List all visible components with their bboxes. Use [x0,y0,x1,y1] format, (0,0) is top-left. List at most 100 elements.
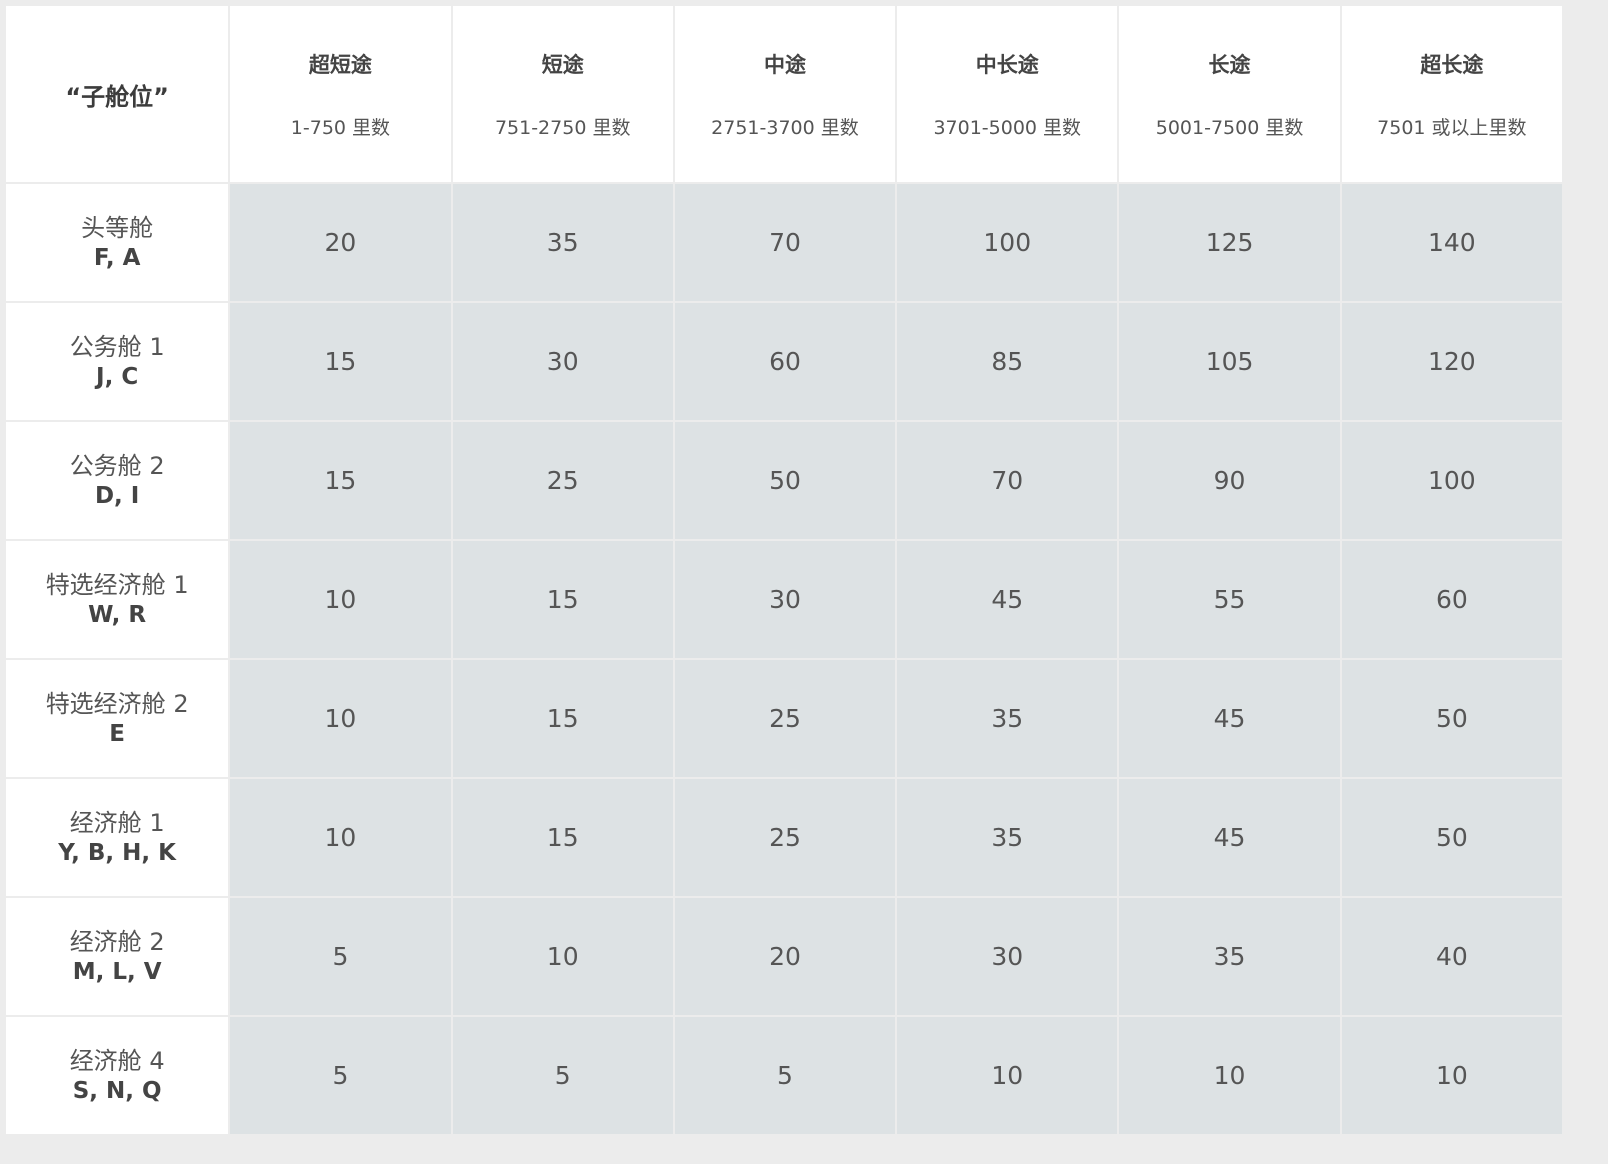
band-header: 短途 751-2750 里数 [452,6,673,182]
value-cell: 90 [1119,422,1340,539]
value-cell: 45 [1119,660,1340,777]
band-range: 3701-5000 里数 [933,116,1082,139]
cabin-codes: E [109,720,125,747]
band-range: 5001-7500 里数 [1155,116,1304,139]
value-cell: 60 [1341,541,1562,658]
cabin-name: 头等舱 [81,213,154,242]
value-cell: 10 [230,541,451,658]
cabin-codes: M, L, V [72,958,162,985]
cabin-cell: 特选经济舱 1 W, R [6,541,229,658]
band-header: 长途 5001-7500 里数 [1119,6,1340,182]
cabin-codes: F, A [93,244,141,271]
value-cell: 100 [897,184,1118,301]
cabin-cell: 经济舱 4 S, N, Q [6,1017,229,1134]
value-cell: 120 [1341,303,1562,420]
value-cell: 10 [1119,1017,1340,1134]
value-cell: 15 [452,779,673,896]
value-cell: 25 [674,660,896,777]
value-cell: 5 [230,1017,451,1134]
value-cell: 105 [1119,303,1340,420]
cabin-codes: Y, B, H, K [58,839,176,866]
cabin-name: 经济舱 2 [69,927,165,956]
value-cell: 35 [897,660,1118,777]
cabin-cell: 经济舱 1 Y, B, H, K [6,779,229,896]
value-cell: 30 [452,303,673,420]
cabin-name: 公务舱 2 [69,451,165,480]
cabin-codes: S, N, Q [72,1077,162,1104]
value-cell: 5 [452,1017,673,1134]
table-row: 经济舱 1 Y, B, H, K 10 15 25 35 45 50 [6,779,1562,896]
cabin-codes: W, R [88,601,147,628]
cabin-name: 经济舱 1 [69,808,165,837]
value-cell: 15 [452,541,673,658]
table-row: 经济舱 4 S, N, Q 5 5 5 10 10 10 [6,1017,1562,1134]
table-row: 特选经济舱 2 E 10 15 25 35 45 50 [6,660,1562,777]
band-range: 2751-3700 里数 [711,116,859,139]
value-cell: 100 [1341,422,1562,539]
value-cell: 45 [1119,779,1340,896]
value-cell: 50 [1341,779,1562,896]
value-cell: 10 [230,660,451,777]
table-row: 头等舱 F, A 20 35 70 100 125 140 [6,184,1562,301]
value-cell: 30 [674,541,896,658]
table-row: 特选经济舱 1 W, R 10 15 30 45 55 60 [6,541,1562,658]
table-row: 公务舱 2 D, I 15 25 50 70 90 100 [6,422,1562,539]
cabin-cell: 头等舱 F, A [6,184,229,301]
value-cell: 60 [674,303,896,420]
cabin-name: 公务舱 1 [69,332,165,361]
value-cell: 15 [230,303,451,420]
band-header: 超长途 7501 或以上里数 [1341,6,1562,182]
value-cell: 5 [674,1017,896,1134]
band-range: 751-2750 里数 [494,116,631,139]
corner-header: “子舱位” [6,6,229,182]
band-header: 中长途 3701-5000 里数 [897,6,1118,182]
band-name: 长途 [1208,52,1251,77]
cabin-cell: 经济舱 2 M, L, V [6,898,229,1015]
band-header: 中途 2751-3700 里数 [674,6,896,182]
value-cell: 25 [452,422,673,539]
band-range: 1-750 里数 [290,116,391,139]
band-name: 短途 [541,52,584,77]
value-cell: 5 [230,898,451,1015]
cabin-cell: 特选经济舱 2 E [6,660,229,777]
value-cell: 35 [452,184,673,301]
band-header: 超短途 1-750 里数 [230,6,451,182]
cabin-name: 经济舱 4 [69,1046,165,1075]
value-cell: 40 [1341,898,1562,1015]
value-cell: 10 [230,779,451,896]
band-range: 7501 或以上里数 [1377,116,1527,139]
band-name: 中长途 [975,52,1039,77]
value-cell: 10 [452,898,673,1015]
value-cell: 85 [897,303,1118,420]
value-cell: 35 [1119,898,1340,1015]
value-cell: 20 [230,184,451,301]
mileage-table-container: “子舱位” 超短途 1-750 里数 短途 751-2750 里数 中途 275… [4,4,1604,1160]
table-header: “子舱位” 超短途 1-750 里数 短途 751-2750 里数 中途 275… [6,6,1562,182]
value-cell: 10 [1341,1017,1562,1134]
cabin-codes: D, I [94,482,140,509]
band-name: 超长途 [1420,52,1484,77]
value-cell: 35 [897,779,1118,896]
value-cell: 30 [897,898,1118,1015]
band-name: 超短途 [308,52,372,77]
value-cell: 70 [674,184,896,301]
value-cell: 140 [1341,184,1562,301]
table-row: 公务舱 1 J, C 15 30 60 85 105 120 [6,303,1562,420]
value-cell: 70 [897,422,1118,539]
value-cell: 10 [897,1017,1118,1134]
value-cell: 15 [230,422,451,539]
cabin-cell: 公务舱 2 D, I [6,422,229,539]
value-cell: 50 [1341,660,1562,777]
value-cell: 55 [1119,541,1340,658]
value-cell: 20 [674,898,896,1015]
value-cell: 15 [452,660,673,777]
band-name: 中途 [763,52,806,77]
value-cell: 45 [897,541,1118,658]
cabin-codes: J, C [96,363,139,390]
value-cell: 25 [674,779,896,896]
table-body: 头等舱 F, A 20 35 70 100 125 140 公务舱 1 J, C… [6,184,1562,1134]
cabin-cell: 公务舱 1 J, C [6,303,229,420]
cabin-name: 特选经济舱 1 [45,570,189,599]
header-row: “子舱位” 超短途 1-750 里数 短途 751-2750 里数 中途 275… [6,6,1562,182]
value-cell: 50 [674,422,896,539]
